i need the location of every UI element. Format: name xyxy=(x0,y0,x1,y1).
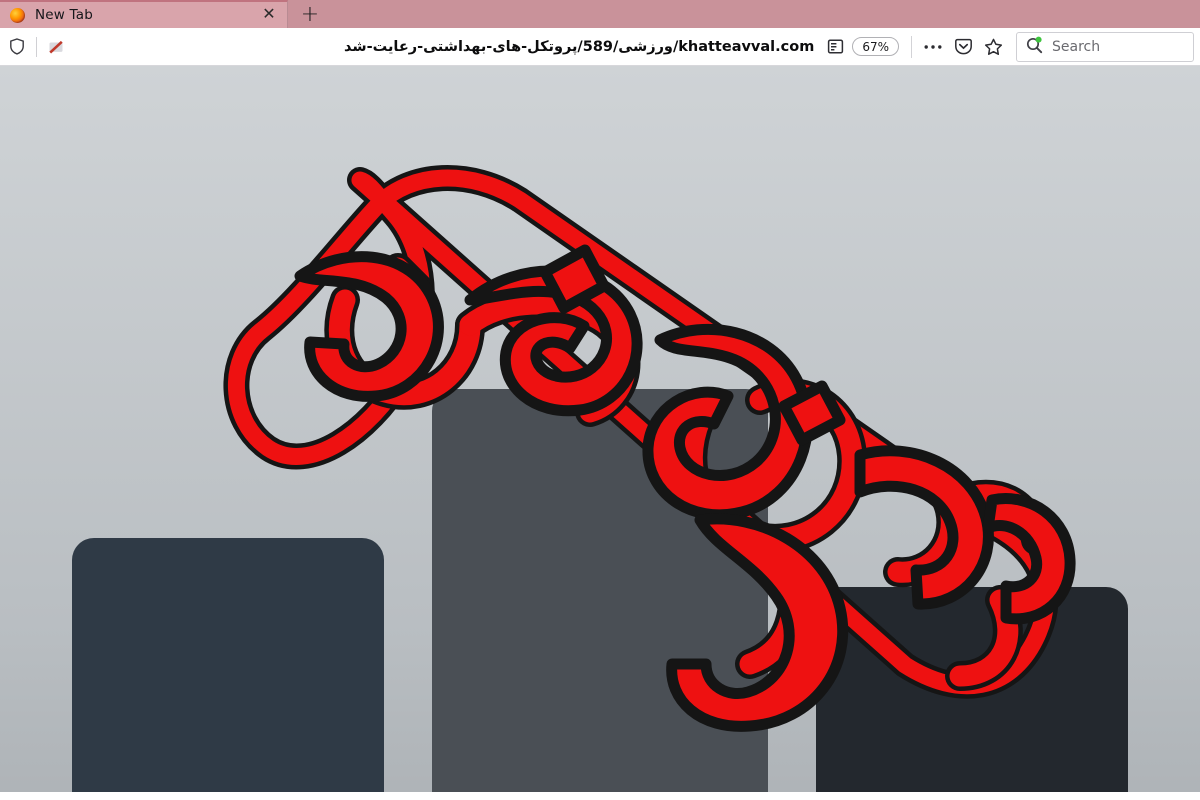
firefox-icon xyxy=(10,7,25,23)
screenshot-root: New Tab ✕ + khatteavval.com/ورزشی/589/پر… xyxy=(0,0,1200,800)
latest-posts-card: آخرین مطالب فوتبالیست ها نمی گیرند به قل… xyxy=(0,66,1200,792)
search-icon xyxy=(1025,36,1044,58)
group-photo xyxy=(0,66,1200,792)
main-columns: پروتکل های بهداشتی رعایت شد دسته: ورزشی … xyxy=(0,66,1200,792)
toolbar-divider-2 xyxy=(911,35,912,58)
sidebar: جستجو آخرین مطالب فوتبالیست ها نمی xyxy=(0,66,1200,792)
browser-tab[interactable]: New Tab ✕ xyxy=(0,0,288,28)
url-bar[interactable]: khatteavval.com/ورزشی/589/پروتکل-های-بهد… xyxy=(73,32,820,62)
search-input[interactable]: Search xyxy=(1016,31,1194,62)
blocked-icon[interactable] xyxy=(39,38,73,56)
list-item[interactable] xyxy=(0,66,1200,792)
toolbar-divider xyxy=(36,36,37,57)
search-placeholder: Search xyxy=(1052,38,1101,55)
tab-title: New Tab xyxy=(35,7,93,23)
close-icon[interactable]: ✕ xyxy=(259,5,279,25)
browser-toolbar: khatteavval.com/ورزشی/589/پروتکل-های-بهد… xyxy=(0,28,1200,66)
ellipsis-icon[interactable] xyxy=(918,33,948,61)
new-tab-button[interactable]: + xyxy=(288,0,332,28)
pocket-icon[interactable] xyxy=(948,33,978,61)
reader-view-icon[interactable] xyxy=(820,34,850,60)
zoom-level-indicator[interactable]: 67% xyxy=(852,37,899,56)
star-icon[interactable] xyxy=(978,33,1008,61)
site-content: آرشیو تماس با ما طنز یادداشت سیاسی اجتما… xyxy=(0,66,1200,792)
web-page-viewport: آرشیو تماس با ما طنز یادداشت سیاسی اجتما… xyxy=(0,66,1200,792)
browser-tab-strip: New Tab ✕ + xyxy=(0,0,1200,28)
shield-icon[interactable] xyxy=(0,38,34,55)
post-thumbnail xyxy=(0,66,1200,792)
url-text: khatteavval.com/ورزشی/589/پروتکل-های-بهد… xyxy=(343,38,815,55)
